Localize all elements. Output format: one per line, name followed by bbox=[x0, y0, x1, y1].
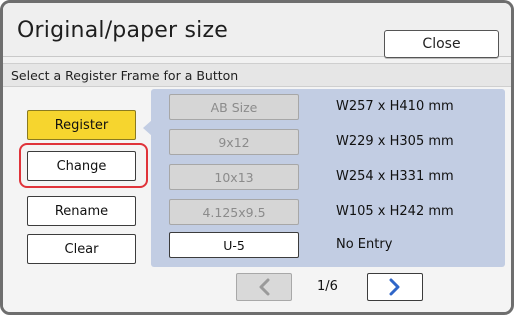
size-dimension-9x12: W229 x H305 mm bbox=[336, 134, 454, 149]
size-dimension-ab: W257 x H410 mm bbox=[336, 99, 454, 114]
size-button-9x12[interactable]: 9x12 bbox=[169, 129, 299, 155]
size-dimension-10x13: W254 x H331 mm bbox=[336, 169, 454, 184]
chevron-right-icon bbox=[389, 278, 400, 296]
next-page-button[interactable] bbox=[367, 273, 423, 301]
chevron-left-icon bbox=[259, 278, 270, 296]
size-button-4125x95[interactable]: 4.125x9.5 bbox=[169, 199, 299, 225]
dialog-header: Original/paper size Close bbox=[3, 3, 511, 58]
size-button-ab[interactable]: AB Size bbox=[169, 94, 299, 120]
dialog-window: Original/paper size Close Select a Regis… bbox=[0, 0, 514, 315]
register-button[interactable]: Register bbox=[27, 110, 136, 140]
rename-button[interactable]: Rename bbox=[27, 196, 136, 226]
size-dimension-u5: No Entry bbox=[336, 237, 393, 252]
instruction-bar: Select a Register Frame for a Button bbox=[3, 63, 511, 87]
panel-pointer bbox=[143, 120, 152, 136]
prev-page-button[interactable] bbox=[236, 273, 292, 301]
clear-button[interactable]: Clear bbox=[27, 234, 136, 264]
size-button-u5[interactable]: U-5 bbox=[169, 232, 299, 258]
instruction-text: Select a Register Frame for a Button bbox=[11, 68, 239, 83]
page-indicator: 1/6 bbox=[317, 279, 338, 294]
change-button[interactable]: Change bbox=[27, 151, 136, 181]
size-button-10x13[interactable]: 10x13 bbox=[169, 164, 299, 190]
size-dimension-4125x95: W105 x H242 mm bbox=[336, 204, 454, 219]
close-button[interactable]: Close bbox=[384, 30, 499, 58]
page-title: Original/paper size bbox=[17, 18, 228, 43]
